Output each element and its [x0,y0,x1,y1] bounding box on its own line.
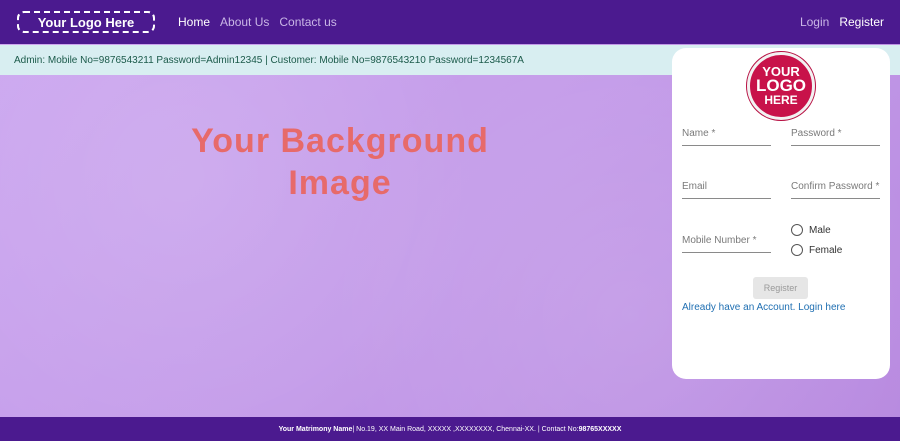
nav-contact[interactable]: Contact us [279,15,336,29]
footer-address: | No.19, XX Main Road, XXXXX ,XXXXXXXX, … [352,425,579,433]
radio-male-icon[interactable] [791,224,803,236]
confirm-password-field[interactable]: Confirm Password * [791,181,880,199]
login-here-link[interactable]: Already have an Account. Login here [682,302,845,313]
auth-nav: Login Register [800,0,884,44]
nav-about[interactable]: About Us [220,15,269,29]
gender-option-female[interactable]: Female [791,244,842,256]
radio-female-icon[interactable] [791,244,803,256]
site-logo[interactable]: Your Logo Here [17,11,155,33]
top-navbar: Your Logo Here Home About Us Contact us … [0,0,900,44]
background-title-line2: Image [288,164,392,202]
brand-logo-line3: HERE [764,93,798,107]
password-field[interactable]: Password * [791,128,880,146]
gender-radio-group: Male Female [791,224,842,264]
footer-phone: 98765XXXXX [578,425,622,433]
email-field[interactable]: Email [682,181,771,199]
mobile-number-field[interactable]: Mobile Number * [682,235,771,253]
credentials-text: Admin: Mobile No=9876543211 Password=Adm… [14,54,524,66]
password-field-label: Password * [791,128,842,139]
register-button[interactable]: Register [753,277,808,299]
name-field[interactable]: Name * [682,128,771,146]
brand-logo-line2: LOGO [755,76,807,95]
mobile-number-field-label: Mobile Number * [682,235,757,246]
gender-option-male[interactable]: Male [791,224,842,236]
brand-logo-badge: YOUR LOGO HERE [747,52,815,120]
name-field-label: Name * [682,128,716,139]
footer-brand-name: Your Matrimony Name [278,425,353,433]
footer: Your Matrimony Name | No.19, XX Main Roa… [0,417,900,441]
gender-female-label: Female [809,244,843,256]
gender-male-label: Male [809,224,831,236]
register-card: YOUR LOGO HERE Name * Password * Email C… [672,48,890,379]
confirm-password-field-label: Confirm Password * [791,181,880,192]
nav-home[interactable]: Home [178,15,210,29]
email-field-label: Email [682,181,708,192]
background-placeholder-title: Your Background Image [140,120,540,204]
logo-text: Your Logo Here [37,14,135,30]
nav-register[interactable]: Register [839,15,884,29]
background-title-line1: Your Background [191,122,489,160]
nav-login[interactable]: Login [800,15,829,29]
primary-nav: Home About Us Contact us [178,15,337,29]
